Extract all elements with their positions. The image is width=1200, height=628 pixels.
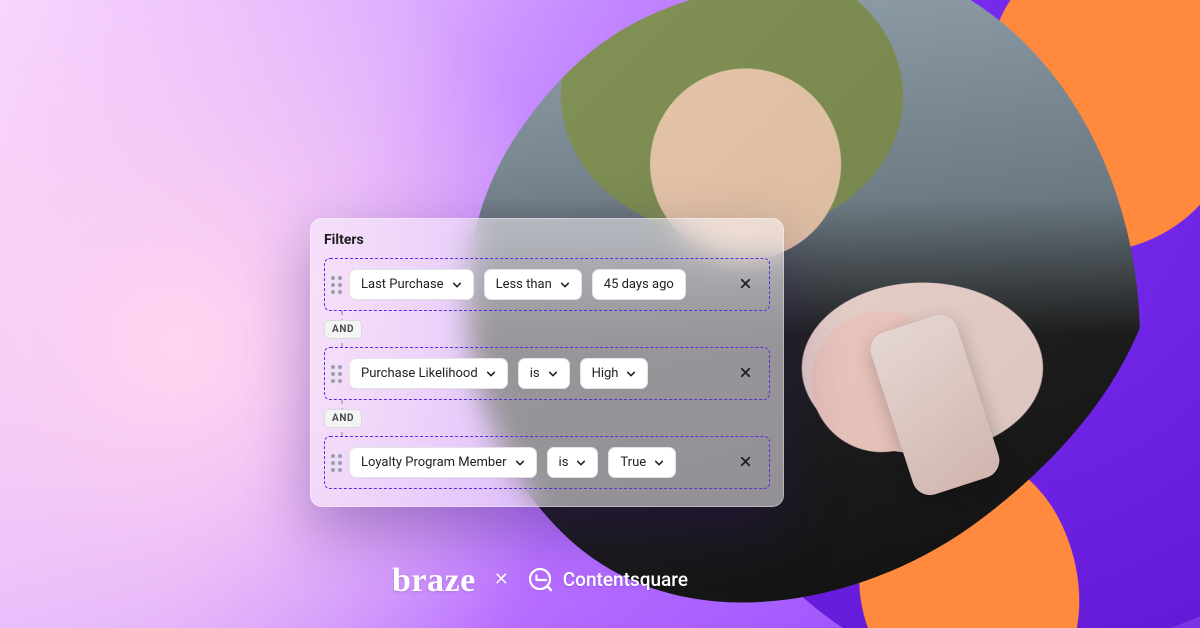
marketing-hero: Filters Last Purchase Less than 45 days …: [0, 0, 1200, 628]
filter-operator-label: is: [530, 366, 540, 381]
brand-lockup: braze ✕ Contentsquare: [392, 560, 688, 598]
filter-connector: AND: [324, 315, 770, 343]
remove-filter-button[interactable]: [731, 449, 759, 477]
filter-connector: AND: [324, 404, 770, 432]
filter-operator-select[interactable]: Less than: [484, 269, 582, 300]
contentsquare-logo: Contentsquare: [527, 566, 688, 592]
chevron-down-icon: [576, 458, 586, 468]
separator-icon: ✕: [494, 569, 509, 590]
chevron-down-icon: [515, 458, 525, 468]
filter-attribute-label: Purchase Likelihood: [361, 366, 478, 381]
close-icon: [739, 275, 752, 294]
filter-value-select[interactable]: True: [608, 447, 676, 478]
filter-operator-label: is: [559, 455, 569, 470]
braze-logo: braze: [392, 562, 476, 600]
filter-row: Purchase Likelihood is High: [324, 347, 770, 400]
drag-handle-icon[interactable]: [331, 454, 342, 472]
remove-filter-button[interactable]: [731, 271, 759, 299]
filter-operator-label: Less than: [496, 277, 552, 292]
filter-value-label: High: [592, 366, 619, 381]
chevron-down-icon: [486, 369, 496, 379]
close-icon: [739, 364, 752, 383]
chevron-down-icon: [452, 280, 462, 290]
filter-attribute-select[interactable]: Loyalty Program Member: [349, 447, 537, 478]
filter-value-input[interactable]: 45 days ago: [592, 269, 686, 300]
filter-attribute-label: Loyalty Program Member: [361, 455, 507, 470]
filter-row: Loyalty Program Member is True: [324, 436, 770, 489]
filters-panel: Filters Last Purchase Less than 45 days …: [310, 218, 784, 507]
filter-operator-select[interactable]: is: [547, 447, 599, 478]
filter-operator-select[interactable]: is: [518, 358, 570, 389]
contentsquare-mark-icon: [527, 566, 553, 592]
drag-handle-icon[interactable]: [331, 365, 342, 383]
photo-phone: [866, 310, 1004, 499]
connector-operator[interactable]: AND: [324, 320, 362, 339]
filter-value-label: True: [620, 455, 646, 470]
chevron-down-icon: [654, 458, 664, 468]
filters-title: Filters: [324, 232, 770, 248]
chevron-down-icon: [560, 280, 570, 290]
connector-operator[interactable]: AND: [324, 409, 362, 428]
filter-attribute-select[interactable]: Last Purchase: [349, 269, 474, 300]
close-icon: [739, 453, 752, 472]
filter-attribute-select[interactable]: Purchase Likelihood: [349, 358, 508, 389]
filter-value-label: 45 days ago: [604, 277, 674, 292]
filter-attribute-label: Last Purchase: [361, 277, 444, 292]
filter-row: Last Purchase Less than 45 days ago: [324, 258, 770, 311]
filter-value-select[interactable]: High: [580, 358, 649, 389]
chevron-down-icon: [548, 369, 558, 379]
remove-filter-button[interactable]: [731, 360, 759, 388]
drag-handle-icon[interactable]: [331, 276, 342, 294]
chevron-down-icon: [626, 369, 636, 379]
contentsquare-wordmark: Contentsquare: [563, 568, 688, 591]
